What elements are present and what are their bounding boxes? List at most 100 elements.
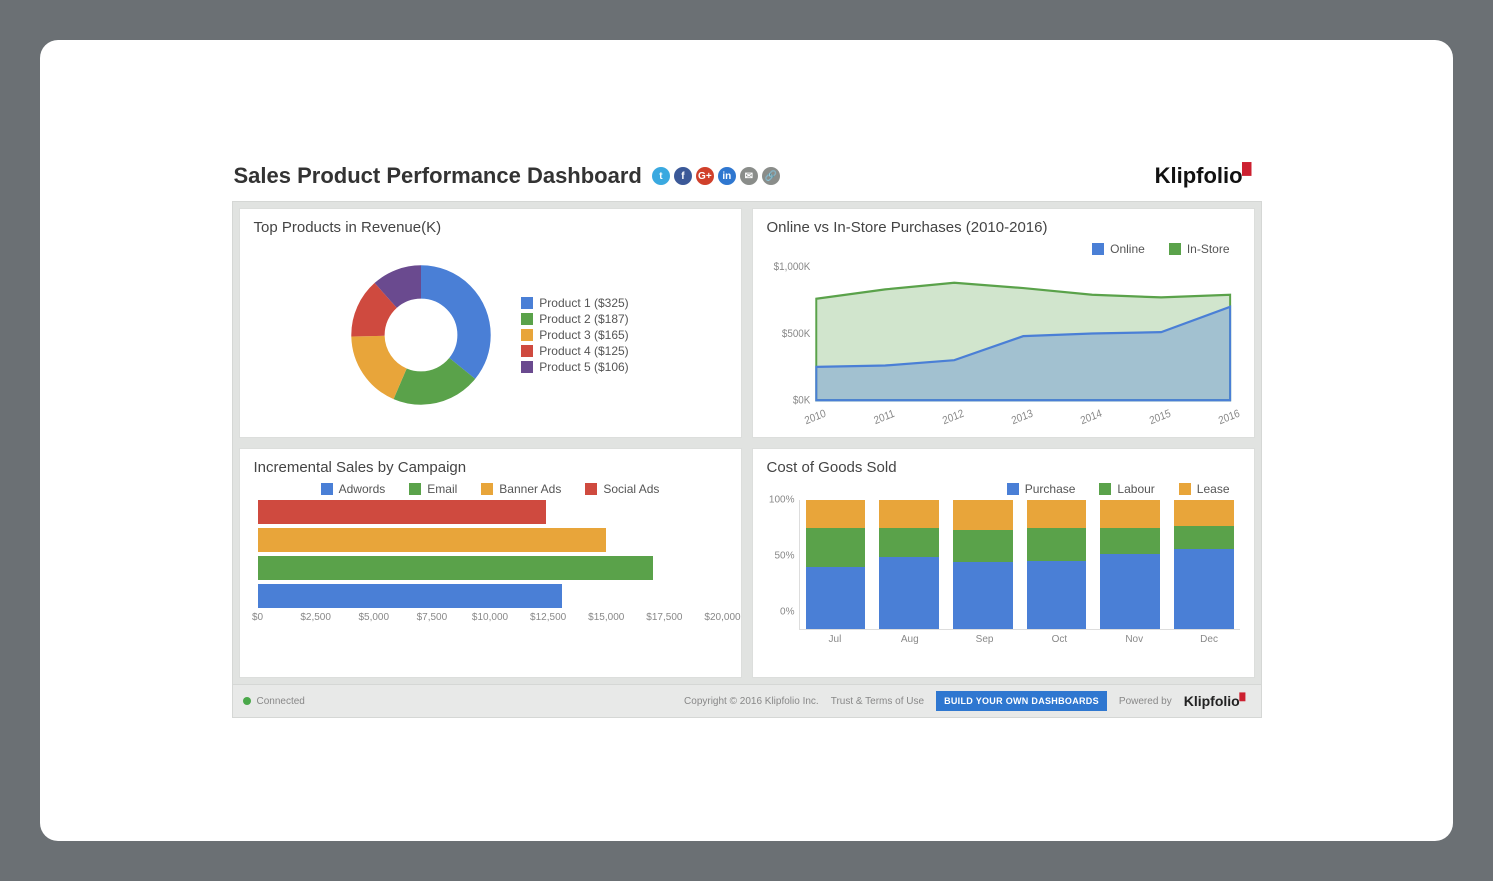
stack-col [879,500,939,629]
axis-tick: Aug [879,634,940,645]
legend-item: Product 4 ($125) [521,344,628,358]
hbar-email [258,556,653,580]
legend-label: Product 4 ($125) [539,344,628,358]
header: Sales Product Performance Dashboard tfG+… [232,163,1262,201]
link-icon[interactable]: 🔗 [762,167,780,185]
stack-seg-purchase [806,567,866,629]
area-chart: $0K$500K$1,000K2010201120122013201420152… [767,260,1240,427]
axis-tick: $7,500 [417,612,448,623]
legend-item: Product 5 ($106) [521,360,628,374]
area-legend: OnlineIn-Store [767,242,1240,256]
panel-title: Cost of Goods Sold [767,459,1240,476]
legend-swatch-icon [1099,483,1111,495]
axis-tick: $2,500 [300,612,331,623]
hbar-xaxis: $0$2,500$5,000$7,500$10,000$12,500$15,00… [258,612,723,630]
legend-item: In-Store [1169,242,1230,256]
brand-logo: Klipfolio▘ [1155,163,1260,189]
stack-seg-lease [1027,500,1087,528]
stack-chart: 0%50%100% JulAugSepOctNovDec [767,500,1240,667]
status-dot-icon [243,697,251,705]
legend-label: Banner Ads [499,482,561,496]
svg-text:2016: 2016 [1216,407,1239,427]
svg-text:2013: 2013 [1010,407,1035,427]
stack-seg-labour [806,528,866,567]
legend-item: Banner Ads [481,482,561,496]
stack-col [806,500,866,629]
stack-seg-purchase [879,557,939,629]
status-text: Connected [257,696,305,707]
panel-online-vs-instore: Online vs In-Store Purchases (2010-2016)… [752,208,1255,438]
stack-col [1027,500,1087,629]
twitter-icon[interactable]: t [652,167,670,185]
legend-item: Product 2 ($187) [521,312,628,326]
panel-title: Incremental Sales by Campaign [254,459,727,476]
legend-item: Adwords [321,482,386,496]
stack-seg-lease [879,500,939,528]
stack-columns [799,500,1240,630]
email-icon[interactable]: ✉ [740,167,758,185]
legend-label: Email [427,482,457,496]
googleplus-icon[interactable]: G+ [696,167,714,185]
powered-by-label: Powered by [1119,696,1172,707]
legend-swatch-icon [1169,243,1181,255]
legend-swatch-icon [521,345,533,357]
stack-col [953,500,1013,629]
svg-text:2012: 2012 [941,407,966,427]
stack-col [1100,500,1160,629]
footer-brand: Klipfolio▘ [1184,693,1251,710]
axis-tick: Nov [1104,634,1165,645]
stack-legend: PurchaseLabourLease [767,482,1240,496]
brand-text: Klipfolio [1155,163,1243,188]
stack-seg-labour [879,528,939,556]
legend-label: In-Store [1187,242,1230,256]
legend-swatch-icon [481,483,493,495]
legend-swatch-icon [1092,243,1104,255]
facebook-icon[interactable]: f [674,167,692,185]
legend-swatch-icon [409,483,421,495]
axis-tick: $10,000 [472,612,508,623]
panel-title: Top Products in Revenue(K) [254,219,727,236]
svg-text:2014: 2014 [1079,407,1104,427]
social-share-row: tfG+in✉🔗 [652,167,780,185]
stack-seg-lease [1174,500,1234,526]
page-title: Sales Product Performance Dashboard [234,163,642,189]
legend-item: Labour [1099,482,1154,496]
legend-label: Product 2 ($187) [539,312,628,326]
axis-tick: $15,000 [588,612,624,623]
donut-chart: Product 1 ($325)Product 2 ($187)Product … [254,242,727,427]
terms-link[interactable]: Trust & Terms of Use [831,696,924,707]
footer: Connected Copyright © 2016 Klipfolio Inc… [232,685,1262,718]
brand-accent-icon: ▘ [1240,693,1251,709]
legend-swatch-icon [521,329,533,341]
legend-label: Lease [1197,482,1230,496]
footer-brand-text: Klipfolio [1184,693,1240,709]
axis-tick: 0% [780,607,794,618]
linkedin-icon[interactable]: in [718,167,736,185]
stack-xaxis: JulAugSepOctNovDec [767,634,1240,645]
stack-col [1174,500,1234,629]
svg-text:$500K: $500K [781,327,809,340]
panel-title: Online vs In-Store Purchases (2010-2016) [767,219,1240,236]
legend-label: Labour [1117,482,1154,496]
footer-right: Copyright © 2016 Klipfolio Inc. Trust & … [684,691,1250,711]
legend-item: Social Ads [585,482,659,496]
legend-label: Social Ads [603,482,659,496]
stack-seg-purchase [1100,554,1160,629]
build-dashboards-button[interactable]: BUILD YOUR OWN DASHBOARDS [936,691,1107,711]
axis-tick: Sep [954,634,1015,645]
svg-text:2010: 2010 [803,407,828,427]
legend-item: Product 3 ($165) [521,328,628,342]
hbar-chart: $0$2,500$5,000$7,500$10,000$12,500$15,00… [254,500,727,667]
legend-swatch-icon [321,483,333,495]
hbar-adwords [258,584,563,608]
svg-text:2015: 2015 [1147,407,1172,427]
stack-seg-lease [1100,500,1160,528]
axis-tick: Jul [805,634,866,645]
panel-top-products: Top Products in Revenue(K) Product 1 ($3… [239,208,742,438]
stack-seg-labour [953,530,1013,562]
axis-tick: $20,000 [704,612,740,623]
panel-incremental-sales: Incremental Sales by Campaign Adwords Ema… [239,448,742,678]
stack-seg-labour [1174,526,1234,549]
axis-tick: 50% [774,551,794,562]
svg-text:2011: 2011 [872,407,896,427]
